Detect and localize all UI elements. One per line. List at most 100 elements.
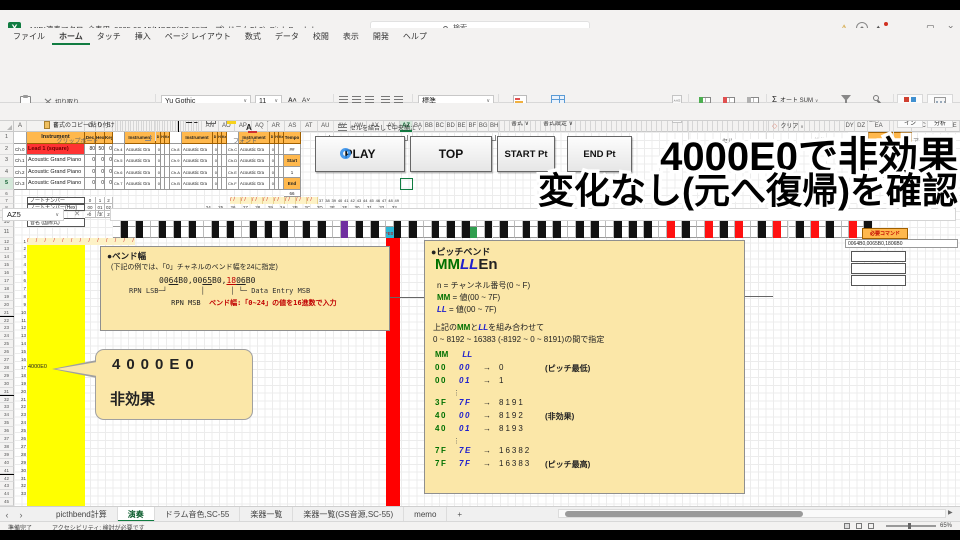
row-header-21[interactable]: 21: [0, 309, 14, 317]
col-a-number[interactable]: 27: [14, 443, 26, 451]
row-header-23[interactable]: 23: [0, 324, 14, 332]
piano-key[interactable]: [766, 227, 774, 238]
play-button[interactable]: PLAY: [315, 136, 405, 172]
piano-key[interactable]: [599, 227, 607, 238]
piano-key[interactable]: [432, 227, 440, 238]
row-header-24[interactable]: 24: [0, 332, 14, 340]
table-cell[interactable]: 0: [85, 155, 96, 167]
row-header-22[interactable]: 22: [0, 317, 14, 325]
piano-key[interactable]: [196, 227, 204, 238]
col-a-number[interactable]: 21: [14, 396, 26, 404]
sheet-tab-2[interactable]: ドラム音色,SC-55: [155, 507, 241, 522]
row-header-26[interactable]: 26: [0, 348, 14, 356]
menu-tab-8[interactable]: 表示: [336, 28, 366, 45]
select-all-corner[interactable]: [0, 121, 14, 132]
clipboard-dialog-launcher[interactable]: [145, 135, 151, 141]
piano-key[interactable]: [204, 227, 212, 238]
piano-key[interactable]: [584, 227, 592, 238]
col-a-number[interactable]: 23: [14, 411, 26, 419]
menu-tab-9[interactable]: 開発: [366, 28, 396, 45]
piano-key[interactable]: [166, 227, 174, 238]
table-cell[interactable]: 0: [96, 155, 105, 167]
row-header-12[interactable]: 12: [0, 238, 14, 246]
piano-key[interactable]: [318, 227, 326, 238]
piano-key[interactable]: [470, 227, 478, 238]
piano-key[interactable]: [341, 227, 349, 238]
piano-key[interactable]: [682, 227, 690, 238]
row-header-13[interactable]: 13: [0, 245, 14, 253]
piano-key[interactable]: [356, 227, 364, 238]
col-a-number[interactable]: 15: [14, 348, 26, 356]
row-header-5[interactable]: 5: [0, 178, 14, 190]
piano-key[interactable]: [394, 227, 402, 238]
page-layout-view-icon[interactable]: [856, 523, 862, 529]
sheet-tab-1[interactable]: 演奏: [118, 507, 155, 522]
table-cell[interactable]: Ch.D: [227, 155, 239, 167]
row-header-39[interactable]: 39: [0, 451, 14, 459]
piano-key[interactable]: [804, 227, 812, 238]
piano-key[interactable]: [500, 227, 508, 238]
table-cell[interactable]: Acoustic Gra: [125, 167, 156, 179]
piano-key[interactable]: [515, 227, 523, 238]
table-cell[interactable]: Acoustic Gra: [239, 144, 270, 156]
table-cell[interactable]: Ch.2: [14, 167, 27, 179]
row-header-32[interactable]: 32: [0, 396, 14, 404]
col-a-number[interactable]: 24: [14, 419, 26, 427]
table-cell[interactable]: Start: [284, 155, 301, 167]
row-header-1[interactable]: 1: [0, 132, 14, 144]
col-a-number[interactable]: 19: [14, 380, 26, 388]
table-cell[interactable]: Ch.3: [14, 178, 27, 190]
piano-key[interactable]: [310, 227, 318, 238]
row-header-41[interactable]: 41: [0, 467, 14, 475]
piano-key[interactable]: [409, 227, 417, 238]
piano-key[interactable]: [614, 227, 622, 238]
table-cell[interactable]: ##: [284, 144, 301, 156]
col-a-number[interactable]: 20: [14, 388, 26, 396]
cmd-empty-cell[interactable]: [851, 275, 906, 286]
table-cell[interactable]: Acoustic Gra: [125, 155, 156, 167]
piano-key[interactable]: [295, 227, 303, 238]
piano-key[interactable]: [538, 227, 546, 238]
piano-key[interactable]: [644, 227, 652, 238]
piano-key[interactable]: [690, 227, 698, 238]
piano-key[interactable]: [819, 227, 827, 238]
piano-key[interactable]: [546, 227, 554, 238]
piano-key[interactable]: [363, 227, 371, 238]
sheet-tab-3[interactable]: 楽器一覧: [240, 507, 293, 522]
sheet-tab-0[interactable]: picthbend計算: [46, 507, 118, 522]
col-a-number[interactable]: 6: [14, 277, 26, 285]
piano-key[interactable]: [697, 227, 705, 238]
menu-tab-1[interactable]: ホーム: [52, 28, 90, 45]
row-header-17[interactable]: 17: [0, 277, 14, 285]
table-cell[interactable]: Ch.F: [227, 178, 239, 190]
table-cell[interactable]: [14, 132, 27, 144]
piano-key[interactable]: [796, 227, 804, 238]
row-header-35[interactable]: 35: [0, 419, 14, 427]
piano-key[interactable]: [849, 227, 857, 238]
row-header-7[interactable]: 7: [0, 197, 14, 204]
table-cell[interactable]: Ch.1: [14, 155, 27, 167]
tab-scroll-left[interactable]: ‹: [0, 507, 14, 522]
row-header-27[interactable]: 27: [0, 356, 14, 364]
table-cell[interactable]: Acoustic Grand Piano: [27, 178, 85, 190]
note-num-cell[interactable]: 0: [85, 197, 96, 204]
selected-cell-az5[interactable]: [400, 178, 413, 190]
col-a-number[interactable]: 31: [14, 475, 26, 483]
row-header-30[interactable]: 30: [0, 380, 14, 388]
piano-key[interactable]: [242, 227, 250, 238]
table-cell[interactable]: Acoustic Gra: [239, 167, 270, 179]
table-cell[interactable]: Ch.9: [170, 155, 182, 167]
table-cell[interactable]: Acoustic Gra: [182, 155, 213, 167]
piano-key[interactable]: [113, 227, 121, 238]
piano-key[interactable]: [477, 227, 485, 238]
piano-key[interactable]: [455, 227, 463, 238]
piano-key[interactable]: [735, 227, 743, 238]
table-cell[interactable]: Ch.A: [170, 167, 182, 179]
table-cell[interactable]: Acoustic Gra: [182, 178, 213, 190]
menu-tab-4[interactable]: ページ レイアウト: [158, 28, 238, 45]
row-header-34[interactable]: 34: [0, 411, 14, 419]
piano-key[interactable]: [751, 227, 759, 238]
table-cell[interactable]: Ch.C: [227, 144, 239, 156]
page-break-view-icon[interactable]: [868, 523, 874, 529]
table-cell[interactable]: 0: [105, 167, 113, 179]
